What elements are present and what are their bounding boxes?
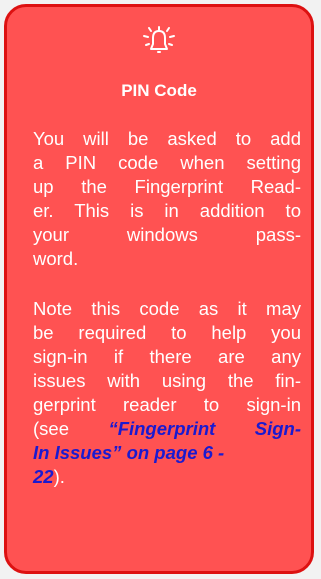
text-line: sign-in if there are any	[33, 346, 301, 367]
note-paragraph-2: Note this code as it may be required to …	[33, 297, 301, 489]
text-line: your windows pass-	[33, 224, 301, 245]
text-fragment: (see	[33, 418, 109, 439]
note-title: PIN Code	[121, 81, 197, 100]
text-line: a PIN code when setting	[33, 152, 301, 173]
cross-reference-link[interactable]: 22	[33, 466, 54, 487]
text-line: gerprint reader to sign-in	[33, 394, 301, 415]
text-line: You will be asked to add	[33, 128, 301, 149]
note-paragraph-1: You will be asked to add a PIN code when…	[33, 127, 301, 271]
text-fragment: ).	[53, 466, 65, 487]
text-line: issues with using the fin-	[33, 370, 301, 391]
text-line: Note this code as it may	[33, 298, 301, 319]
text-line: 22).	[33, 465, 301, 489]
text-line: In Issues” on page 6 -	[33, 441, 301, 465]
cross-reference-link[interactable]: “Fingerprint Sign-	[108, 418, 301, 439]
note-card: PIN Code You will be asked to add a PIN …	[4, 4, 314, 574]
text-line: up the Fingerprint Read-	[33, 176, 301, 197]
text-line: (see “Fingerprint Sign-	[33, 417, 301, 441]
text-line: er. This is in addition to	[33, 200, 301, 221]
text-line: be required to help you	[33, 322, 301, 343]
bell-icon	[7, 23, 311, 57]
cross-reference-link[interactable]: In Issues” on page 6 -	[33, 442, 224, 463]
text-line: word.	[33, 248, 79, 269]
